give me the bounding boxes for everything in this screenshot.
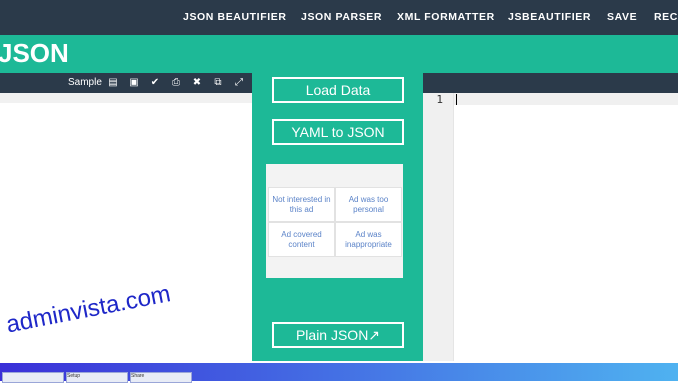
left-editor-gutter: [0, 93, 252, 103]
ad-option-not-interested[interactable]: Not interested in this ad: [268, 187, 335, 222]
nav-json-parser[interactable]: JSON PARSER: [301, 11, 382, 23]
line-number-gutter: 1: [423, 93, 454, 361]
taskbar: Setup Share: [0, 363, 678, 383]
active-line[interactable]: [454, 93, 678, 105]
close-icon[interactable]: ✖: [191, 77, 203, 89]
sample-button[interactable]: Sample: [68, 77, 102, 88]
plain-json-button[interactable]: Plain JSON↗: [272, 322, 404, 348]
nav-xml-formatter[interactable]: XML FORMATTER: [397, 11, 495, 23]
right-editor-toolbar: [423, 73, 678, 93]
taskbar-tab[interactable]: [2, 372, 64, 383]
yaml-to-json-button[interactable]: YAML to JSON: [272, 119, 404, 145]
check-icon[interactable]: ✔: [149, 77, 161, 89]
taskbar-tab[interactable]: Share: [130, 372, 192, 383]
nav-json-beautifier[interactable]: JSON BEAUTIFIER: [183, 11, 287, 23]
page-title: JSON: [0, 38, 69, 68]
nav-jsbeautifier[interactable]: JSBEAUTIFIER: [508, 11, 591, 23]
ad-option-inappropriate[interactable]: Ad was inappropriate: [335, 222, 402, 257]
text-cursor: [456, 94, 457, 105]
taskbar-tab[interactable]: Setup: [66, 372, 128, 383]
line-number: 1: [436, 93, 443, 106]
action-panel: Load Data YAML to JSON Not interested in…: [252, 73, 423, 361]
left-editor-toolbar: Sample ▤ ▣ ✔ ⎙ ✖ ⧉ ⤢: [0, 73, 252, 93]
folder-open-icon[interactable]: ▤: [107, 77, 119, 89]
ad-option-too-personal[interactable]: Ad was too personal: [335, 187, 402, 222]
print-icon[interactable]: ⎙: [170, 77, 182, 89]
load-data-button[interactable]: Load Data: [272, 77, 404, 103]
nav-recent[interactable]: REC: [654, 11, 678, 23]
ad-feedback-box: Not interested in this ad Ad was too per…: [266, 164, 403, 278]
ad-option-covered-content[interactable]: Ad covered content: [268, 222, 335, 257]
expand-icon[interactable]: ⤢: [233, 77, 245, 89]
title-bar: JSON: [0, 35, 678, 73]
save-icon[interactable]: ▣: [128, 77, 140, 89]
nav-save[interactable]: SAVE: [607, 11, 637, 23]
copy-icon[interactable]: ⧉: [212, 77, 224, 89]
top-navigation: JSON BEAUTIFIER JSON PARSER XML FORMATTE…: [0, 0, 678, 35]
